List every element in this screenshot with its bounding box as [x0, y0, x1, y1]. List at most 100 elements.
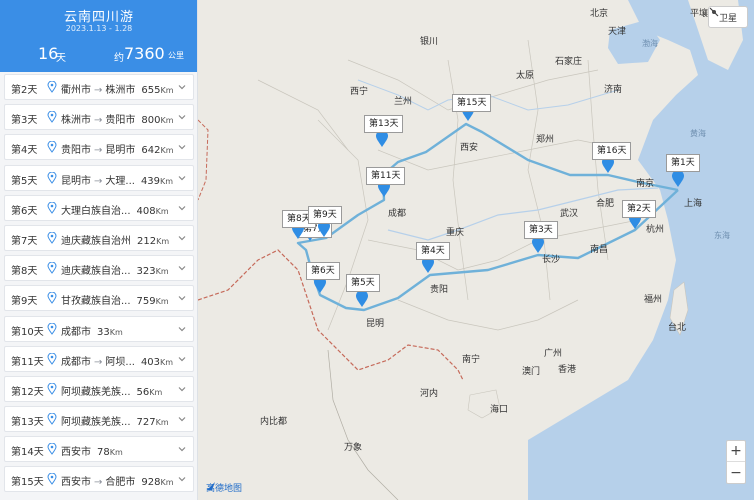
chevron-down-icon[interactable]	[177, 474, 187, 484]
route-arrow: →	[94, 85, 103, 96]
day-row[interactable]: 第8天 迪庆藏族自治... 323Km	[4, 255, 194, 282]
day-label: 第2天	[11, 85, 38, 96]
day-route: 成都市 → 阿坝... 403Km	[61, 353, 173, 368]
day-route: 衢州市 → 株洲市 655Km	[61, 81, 174, 96]
stop-label-day4: 第4天	[416, 242, 450, 260]
chevron-down-icon[interactable]	[177, 414, 187, 424]
day-row[interactable]: 第5天 昆明市 → 大理... 439Km	[4, 164, 194, 191]
city-label-shanghai: 上海	[684, 199, 703, 209]
day-distance-unit: Km	[160, 86, 174, 95]
city-label-hangzhou: 杭州	[646, 225, 665, 235]
day-row[interactable]: 第11天 成都市 → 阿坝... 403Km	[4, 345, 194, 372]
day-distance: 642	[141, 145, 161, 157]
day-row[interactable]: 第9天 甘孜藏族自治... 759Km	[4, 285, 194, 312]
city-label-guangzhou: 广州	[544, 349, 563, 359]
chevron-down-icon[interactable]	[177, 82, 187, 92]
day-row[interactable]: 第4天 贵阳市 → 昆明市 642Km	[4, 134, 194, 161]
zoom-in-button[interactable]: +	[727, 441, 745, 462]
day-route: 贵阳市 → 昆明市 642Km	[61, 141, 174, 156]
city-label-yinchuan: 银川	[420, 37, 439, 47]
location-pin-icon	[47, 262, 57, 274]
city-label-guiyang: 贵阳	[430, 285, 449, 295]
chevron-down-icon[interactable]	[177, 324, 187, 334]
day-label: 第9天	[11, 296, 38, 308]
day-distance: 727	[136, 417, 156, 429]
day-distance: 928	[141, 477, 161, 489]
stop-label-day15: 第15天	[452, 94, 492, 112]
chevron-down-icon[interactable]	[177, 203, 187, 213]
day-route: 迪庆藏族自治... 323Km	[61, 262, 169, 277]
location-pin-icon	[47, 141, 57, 154]
chevron-down-icon[interactable]	[177, 293, 187, 303]
chevron-down-icon[interactable]	[177, 444, 187, 454]
satellite-toggle-button[interactable]: 卫星	[708, 6, 748, 28]
city-label-tianjin: 天津	[608, 27, 627, 37]
day-label: 第14天	[11, 447, 44, 459]
city-label-xining: 西宁	[350, 87, 369, 97]
day-row[interactable]: 第13天 阿坝藏族羌族... 727Km	[4, 406, 194, 433]
day-distance: 403	[140, 356, 161, 368]
sea-area	[528, 0, 754, 500]
route-map[interactable]: 兰州 西宁 银川 太原 石家庄 北京 天津 济南 郑州 西安 合肥 南京 上海 杭州 武汉 长沙 南昌 福州 成都重…	[198, 0, 754, 500]
chevron-down-icon[interactable]	[177, 142, 187, 152]
day-route: 昆明市 → 大理... 439Km	[61, 172, 173, 187]
route-arrow: →	[94, 356, 103, 368]
chevron-down-icon[interactable]	[177, 173, 187, 183]
city-label-chongqing: 重庆	[446, 228, 465, 238]
location-pin-icon	[47, 322, 57, 335]
day-row[interactable]: 第15天 西安市 → 合肥市 928Km	[4, 466, 194, 493]
city-label-aomen: 澳门	[522, 367, 541, 377]
day-distance: 439	[140, 175, 161, 187]
day-distance: 408	[136, 205, 156, 217]
route-pin-day1[interactable]	[671, 170, 685, 188]
day-row[interactable]: 第7天 迪庆藏族自治州 212Km	[4, 224, 194, 251]
satellite-label: 卫星	[718, 13, 737, 24]
chevron-down-icon[interactable]	[177, 233, 187, 243]
chevron-down-icon[interactable]	[177, 354, 187, 364]
day-from-city: 甘孜藏族自治...	[61, 296, 131, 308]
city-label-haikou: 海口	[490, 405, 509, 415]
trip-distance-prefix: 约	[114, 53, 124, 64]
city-label-vientiane: 万象	[344, 443, 363, 453]
day-from-city: 西安市	[61, 447, 91, 459]
day-distance-unit: Km	[155, 267, 169, 277]
city-label-kunming: 昆明	[366, 319, 385, 329]
neighbour-border	[327, 349, 399, 500]
day-row[interactable]: 第14天 西安市 78Km	[4, 436, 194, 463]
day-from-city: 成都市	[61, 356, 91, 368]
zoom-out-button[interactable]: −	[727, 462, 745, 483]
water-label-eastsea: 东海	[714, 231, 730, 240]
chevron-down-icon[interactable]	[177, 112, 187, 122]
city-label-xian: 西安	[460, 143, 479, 153]
stop-label-day2: 第2天	[622, 200, 656, 218]
route-pin-day5[interactable]	[355, 290, 369, 308]
city-label-jinan: 济南	[604, 85, 623, 95]
day-label: 第10天	[11, 326, 44, 338]
day-row[interactable]: 第2天 衢州市 → 株洲市 655Km	[4, 74, 194, 100]
city-label-shijiazhuang: 石家庄	[555, 57, 583, 67]
day-route: 迪庆藏族自治州 212Km	[61, 232, 169, 247]
city-label-pyongyang: 平壤	[690, 9, 709, 19]
trip-distance-unit: 公里	[168, 51, 184, 60]
day-label: 第15天	[11, 477, 44, 489]
chevron-down-icon[interactable]	[177, 384, 187, 394]
day-distance-unit: Km	[160, 357, 174, 367]
day-distance: 759	[136, 296, 156, 308]
day-label: 第8天	[11, 266, 38, 278]
day-row[interactable]: 第3天 株洲市 → 贵阳市 800Km	[4, 104, 194, 131]
day-row[interactable]: 第6天 大理白族自治... 408Km	[4, 194, 194, 221]
location-pin-icon	[47, 473, 57, 486]
day-distance-unit: Km	[109, 327, 123, 337]
chevron-down-icon[interactable]	[177, 263, 187, 273]
day-route: 阿坝藏族羌族... 727Km	[61, 413, 169, 428]
stop-label-day6: 第6天	[306, 262, 340, 280]
water-label-yellowsea: 黄海	[690, 129, 706, 138]
day-row[interactable]: 第10天 成都市 33Km	[4, 315, 194, 342]
day-row[interactable]: 第12天 阿坝藏族羌族... 56Km	[4, 375, 194, 402]
day-from-city: 阿坝藏族羌族...	[61, 386, 131, 398]
trip-header: 云南四川游 2023.1.13 - 1.28 16 天 约 7360 公里	[0, 0, 197, 72]
city-label-beijing: 北京	[590, 9, 609, 19]
city-label-fuzhou: 福州	[644, 295, 663, 305]
west-border	[198, 119, 209, 201]
day-to-city: 大理...	[105, 175, 135, 187]
